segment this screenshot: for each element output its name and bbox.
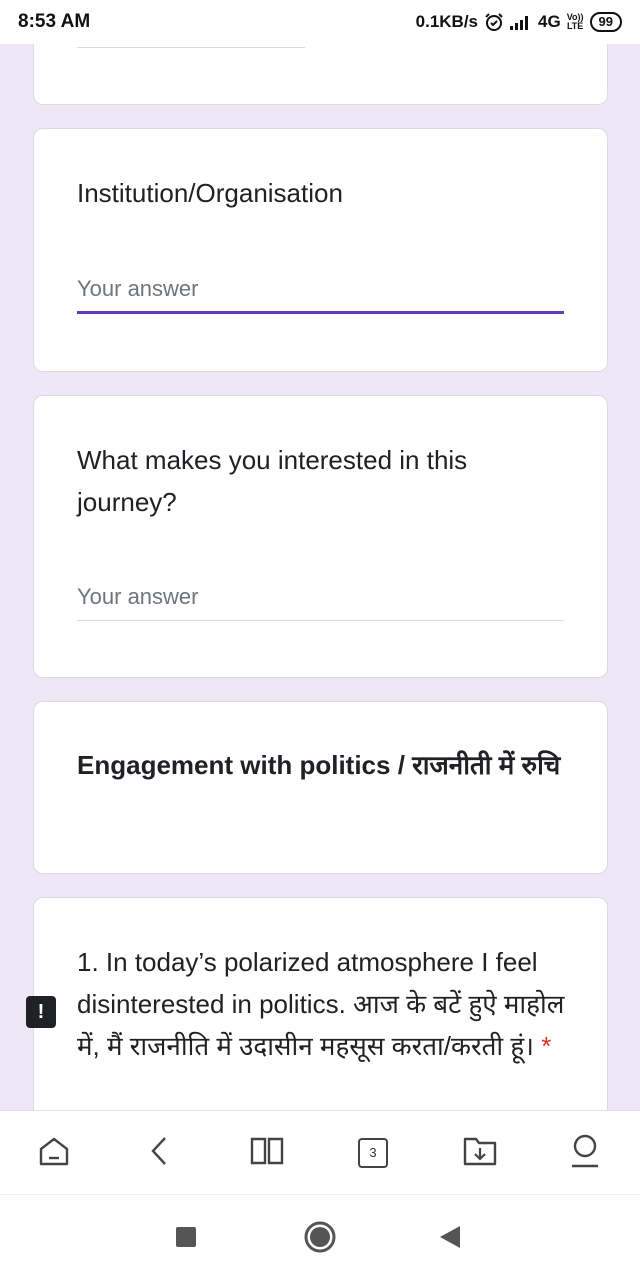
status-bar: 8:53 AM 0.1KB/s 4G Vo)) LTE 99 (0, 0, 640, 44)
question-title: What makes you interested in this journe… (77, 445, 468, 517)
answer-underline-focused (77, 311, 564, 314)
interest-answer-input[interactable] (77, 579, 564, 615)
system-nav-bar (0, 1194, 640, 1280)
tab-count: 3 (358, 1138, 388, 1168)
bookmarks-button[interactable] (243, 1129, 291, 1177)
volte-indicator: Vo)) LTE (566, 12, 584, 31)
form-scroll-area[interactable]: Institution/Organisation What makes you … (0, 44, 640, 1110)
previous-question-card (33, 44, 608, 105)
download-icon (462, 1135, 498, 1172)
status-time: 8:53 AM (18, 11, 91, 32)
question-card-institution: Institution/Organisation (33, 128, 608, 372)
downloads-button[interactable] (456, 1129, 504, 1177)
chevron-left-icon (147, 1134, 171, 1173)
network-type: 4G (538, 12, 561, 31)
institution-answer-input[interactable] (77, 271, 564, 307)
question-card-polarization: 1. In today’s polarized atmosphere I fee… (33, 897, 608, 1110)
section-header-card: Engagement with politics / राजनीती में र… (33, 701, 608, 874)
home-button[interactable] (30, 1129, 78, 1177)
book-icon (249, 1136, 285, 1171)
alarm-icon (484, 12, 504, 32)
square-icon (174, 1225, 198, 1254)
question-title: Institution/Organisation (77, 178, 343, 208)
triangle-back-icon (438, 1224, 462, 1255)
status-indicators: 0.1KB/s 4G Vo)) LTE 99 (416, 12, 622, 32)
required-asterisk: * (541, 1031, 552, 1061)
circle-icon (303, 1220, 337, 1259)
recents-button[interactable] (162, 1215, 210, 1263)
signal-icon (510, 14, 532, 30)
tabs-button[interactable]: 3 (349, 1129, 397, 1177)
question-card-interest: What makes you interested in this journe… (33, 395, 608, 678)
account-button[interactable] (561, 1129, 609, 1177)
section-title: Engagement with politics / राजनीती में र… (77, 750, 561, 780)
browser-toolbar: 3 (0, 1110, 640, 1194)
account-icon (568, 1133, 602, 1174)
home-nav-button[interactable] (296, 1215, 344, 1263)
feedback-icon[interactable]: ! (26, 996, 56, 1028)
back-button[interactable] (135, 1129, 183, 1177)
home-icon (37, 1134, 71, 1173)
previous-answer-underline (77, 47, 305, 48)
network-speed: 0.1KB/s (415, 12, 479, 31)
back-nav-button[interactable] (426, 1215, 474, 1263)
question-title: 1. In today’s polarized atmosphere I fee… (77, 947, 565, 1061)
battery-indicator: 99 (589, 12, 622, 32)
answer-underline (77, 620, 564, 621)
